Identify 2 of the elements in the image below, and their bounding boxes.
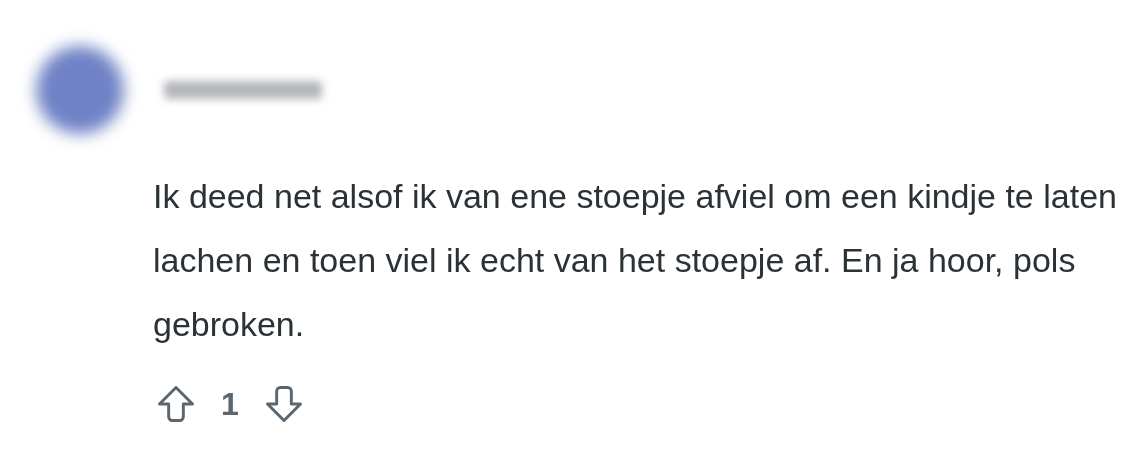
vote-score: 1 (221, 385, 239, 424)
comment-text: Ik deed net alsof ik van ene stoepje afviel om een kindje te laten lachen en toen viel ik echt van het stoepje af. En ja hoor, pols gebroken. (153, 176, 1118, 345)
